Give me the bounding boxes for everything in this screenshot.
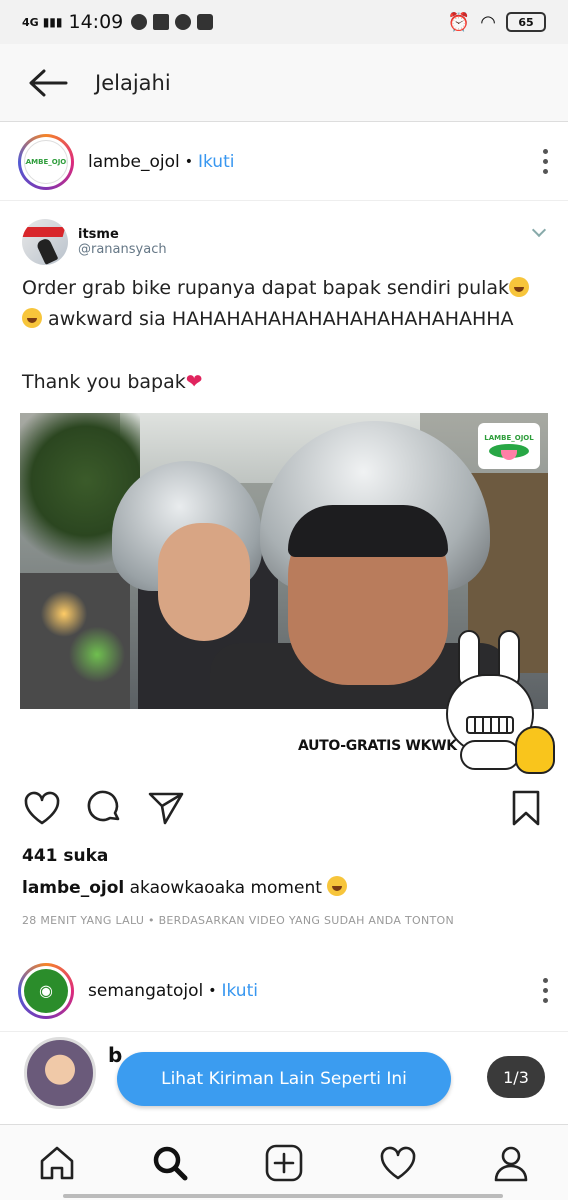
gallery-icon — [197, 14, 214, 30]
post-meta: 28 MENIT YANG LALU • BERDASARKAN VIDEO Y… — [22, 914, 454, 927]
tweet-handle: @ranansyach — [78, 242, 167, 257]
chrome-icon — [175, 14, 192, 30]
laughing-emoji-icon — [509, 277, 530, 297]
alarm-icon: ⏰ — [447, 11, 471, 33]
see-more-posts-button[interactable]: Lihat Kiriman Lain Seperti Ini — [117, 1052, 451, 1106]
post-image[interactable]: itsme @ranansyach Order grab bike rupany… — [0, 203, 568, 778]
battery-icon: 65 — [506, 12, 546, 32]
post-username[interactable]: semangatojol — [88, 981, 203, 1001]
follow-button[interactable]: Ikuti — [221, 981, 258, 1001]
home-icon — [40, 1146, 74, 1179]
page-indicator: 1/3 — [487, 1056, 545, 1098]
heart-icon — [24, 791, 60, 825]
tweet-text: Order grab bike rupanya dapat bapak send… — [22, 273, 552, 398]
photo-caption: AUTO-GRATIS WKWK — [298, 738, 457, 754]
separator-dot: • — [208, 982, 217, 999]
arrow-left-icon — [29, 69, 67, 96]
status-bar: 4G ▮▮▮ 14:09 ⏰ ◠ 65 — [0, 0, 568, 44]
next-post-header: ◉ semangatojol • Ikuti — [0, 950, 568, 1032]
avatar[interactable]: ◉ — [18, 962, 74, 1019]
tweet-line-2: awkward sia HAHAHAHAHAHAHAHAHAHAHAHHA — [48, 308, 514, 330]
lambe-ojol-watermark: LAMBE_OJOL — [478, 423, 540, 469]
tweet-line-3: Thank you bapak — [22, 371, 186, 393]
follow-button[interactable]: Ikuti — [198, 152, 235, 172]
suggestion-name[interactable]: b — [108, 1043, 122, 1067]
caption-username[interactable]: lambe_ojol — [22, 878, 124, 898]
gesture-bar — [63, 1194, 503, 1198]
comment-icon — [87, 790, 120, 822]
tweet-name: itsme — [78, 227, 119, 242]
network-indicator: 4G — [22, 15, 39, 29]
search-icon — [154, 1146, 188, 1180]
woman-face — [158, 523, 250, 641]
chick-sticker-icon — [515, 726, 555, 774]
more-options-icon[interactable] — [540, 978, 550, 1003]
suggestion-avatar[interactable] — [24, 1037, 96, 1109]
app-bar: Jelajahi — [0, 44, 568, 122]
avatar-logo: LAMBE_OJOL — [24, 139, 68, 184]
storage-icon — [153, 14, 170, 30]
laughing-emoji-icon — [327, 876, 348, 896]
bottom-nav — [0, 1124, 568, 1200]
profile-icon — [494, 1146, 528, 1181]
notification-icon — [131, 14, 148, 30]
signal-bars-icon: ▮▮▮ — [42, 15, 63, 29]
post-header: LAMBE_OJOL lambe_ojol • Ikuti — [0, 123, 568, 201]
chevron-down-icon — [531, 222, 547, 238]
nav-activity[interactable] — [368, 1133, 428, 1193]
send-icon — [148, 792, 184, 825]
more-options-icon[interactable] — [540, 149, 550, 174]
save-button[interactable] — [504, 786, 548, 830]
avatar-logo-icon: ◉ — [24, 968, 68, 1013]
activity-heart-icon — [380, 1146, 415, 1179]
add-post-icon — [265, 1144, 303, 1181]
bookmark-icon — [512, 790, 540, 826]
red-heart-emoji-icon: ❤ — [185, 369, 203, 393]
page-title: Jelajahi — [95, 70, 171, 95]
avatar[interactable]: LAMBE_OJOL — [18, 133, 74, 190]
tweet-avatar — [22, 219, 68, 265]
nav-home[interactable] — [27, 1133, 87, 1193]
share-button[interactable] — [144, 786, 188, 830]
tweet-line-1: Order grab bike rupanya dapat bapak send… — [22, 277, 510, 299]
clock: 14:09 — [68, 11, 124, 33]
nav-search[interactable] — [140, 1133, 200, 1193]
nav-profile[interactable] — [481, 1133, 541, 1193]
like-count[interactable]: 441 suka — [22, 846, 108, 866]
post-username[interactable]: lambe_ojol — [88, 152, 180, 172]
comment-button[interactable] — [82, 786, 126, 830]
separator-dot: • — [184, 153, 193, 170]
wifi-icon: ◠ — [480, 11, 496, 33]
post-actions — [0, 778, 568, 838]
post-caption: lambe_ojol akaowkaoaka moment — [22, 876, 348, 898]
tweet-header: itsme @ranansyach — [22, 219, 167, 265]
back-button[interactable] — [0, 44, 95, 122]
laughing-emoji-icon — [22, 308, 42, 328]
caption-text: akaowkaoaka moment — [129, 878, 322, 898]
like-button[interactable] — [20, 786, 64, 830]
nav-add[interactable] — [254, 1133, 314, 1193]
